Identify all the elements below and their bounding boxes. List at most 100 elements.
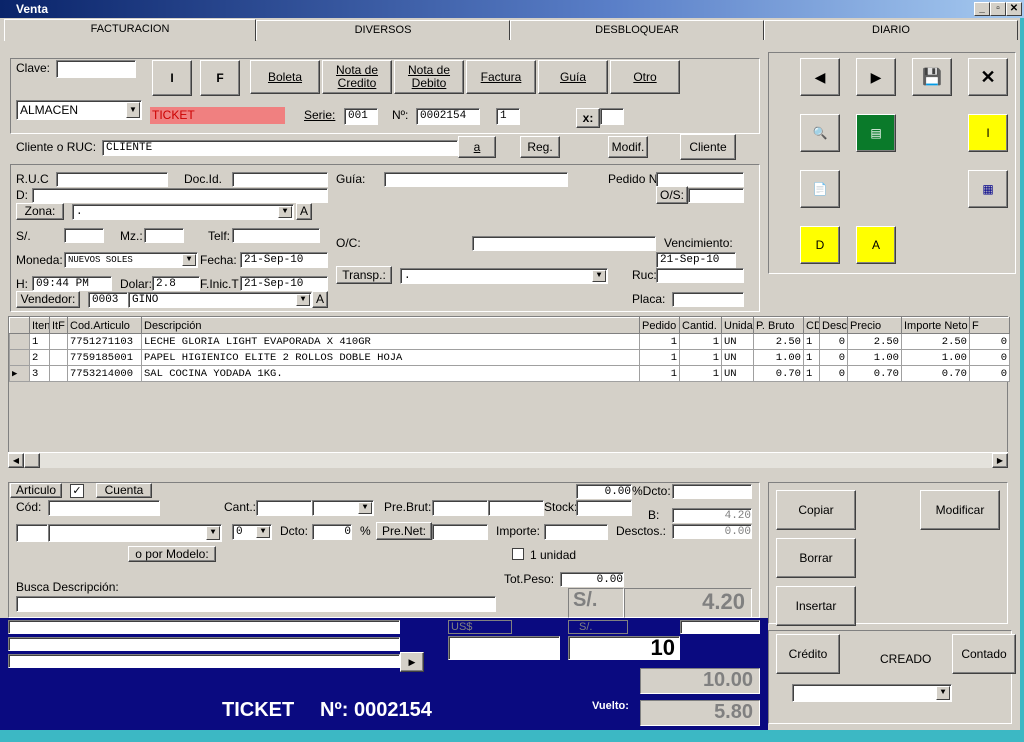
b-input[interactable]: 4.20: [672, 508, 752, 523]
a-yellow-button[interactable]: A: [856, 226, 896, 264]
finic-input[interactable]: 21-Sep-10: [240, 276, 328, 291]
table-cell[interactable]: 0: [969, 365, 1010, 382]
table-row[interactable]: 2 7759185001 PAPEL HIGIENICO ELITE 2 ROLLO…: [9, 349, 1010, 366]
guia-input[interactable]: [384, 172, 568, 187]
table-cell[interactable]: UN: [721, 349, 754, 366]
cant-input[interactable]: [256, 500, 312, 516]
dcto-input[interactable]: 0: [312, 524, 352, 540]
table-cell[interactable]: 0: [969, 349, 1010, 366]
stock-input[interactable]: [576, 500, 632, 516]
table-cell[interactable]: [49, 333, 68, 350]
close-icon[interactable]: ✕: [968, 58, 1008, 96]
table-cell[interactable]: 1: [803, 349, 820, 366]
doctype-nota-debito-button[interactable]: Nota de Debito: [394, 60, 464, 94]
grid-header-cell[interactable]: Cod.Articulo: [67, 317, 142, 334]
articulo-button[interactable]: Articulo: [10, 483, 62, 498]
totpeso-input[interactable]: 0.00: [560, 572, 624, 587]
zona-button[interactable]: Zona:: [16, 203, 64, 220]
table-cell[interactable]: 1: [639, 365, 680, 382]
cod-input[interactable]: [48, 500, 160, 516]
doctype-factura-button[interactable]: Factura: [466, 60, 536, 94]
preview-icon[interactable]: 🔍: [800, 114, 840, 152]
maximize-button[interactable]: ▫: [990, 2, 1006, 16]
table-cell[interactable]: PAPEL HIGIENICO ELITE 2 ROLLOS DOBLE HOJ…: [141, 349, 640, 366]
nro-input[interactable]: 0002154: [416, 108, 480, 125]
table-cell[interactable]: 2.50: [847, 333, 902, 350]
grid-header-cell[interactable]: ItF: [49, 317, 68, 334]
transp-button[interactable]: Transp.:: [336, 266, 392, 284]
prebrut-input[interactable]: [432, 500, 488, 516]
grid-header-cell[interactable]: Precio: [847, 317, 902, 334]
mz-input[interactable]: [144, 228, 184, 243]
vendedor-code-input[interactable]: 0003: [88, 292, 128, 308]
payment-select[interactable]: ▼: [792, 684, 952, 702]
placa-input[interactable]: [672, 292, 744, 307]
vendedor-select[interactable]: GINO ▼: [128, 292, 312, 308]
zona-a-button[interactable]: A: [296, 203, 312, 220]
misc-total-input[interactable]: 0.00: [576, 484, 632, 499]
docid-input[interactable]: [232, 172, 328, 187]
usd-input[interactable]: [448, 636, 560, 660]
table-cell[interactable]: 0: [819, 349, 848, 366]
table-row[interactable]: 1 7751271103 LECHE GLORIA LIGHT EVAPORADA …: [9, 333, 1010, 350]
copies-input[interactable]: 1: [496, 108, 520, 125]
grid-header-cell[interactable]: Iten: [29, 317, 50, 334]
soles-input[interactable]: [64, 228, 104, 243]
footer-input-3[interactable]: [8, 654, 400, 668]
almacen-select[interactable]: ALMACEN ▼: [16, 100, 142, 120]
table-cell[interactable]: 1: [679, 349, 722, 366]
table-row[interactable]: ▶ 3 7753214000 SAL COCINA YODADA 1KG. 1 1 UN 0.…: [9, 365, 1010, 382]
grid-header-cell[interactable]: Importe Neto: [901, 317, 970, 334]
table-cell[interactable]: 1: [803, 333, 820, 350]
grid-header-cell[interactable]: P. Bruto: [753, 317, 804, 334]
save-icon[interactable]: 💾: [912, 58, 952, 96]
table-cell[interactable]: 1.00: [753, 349, 804, 366]
tab-desbloquear[interactable]: DESBLOQUEAR: [510, 20, 764, 40]
paid-input[interactable]: 10: [568, 636, 680, 660]
clave-input[interactable]: [56, 60, 136, 78]
table-cell[interactable]: 1: [29, 333, 50, 350]
calculator-icon[interactable]: ▦: [968, 170, 1008, 208]
doctype-nota-credito-button[interactable]: Nota de Credito: [322, 60, 392, 94]
reg-button[interactable]: Reg.: [520, 136, 560, 158]
x-input[interactable]: [600, 108, 624, 125]
table-cell[interactable]: 2: [29, 349, 50, 366]
print-icon[interactable]: ▤: [856, 114, 896, 152]
close-window-button[interactable]: ✕: [1006, 2, 1022, 16]
cuenta-button[interactable]: Cuenta: [96, 483, 152, 498]
unit-select[interactable]: ▼: [312, 500, 374, 516]
table-cell[interactable]: 0.70: [901, 365, 970, 382]
scroll-thumb[interactable]: [24, 453, 40, 468]
footer-input-2[interactable]: [8, 637, 400, 651]
grid-header-cell[interactable]: Descripción: [141, 317, 640, 334]
os-button[interactable]: O/S:: [656, 186, 688, 204]
desctos-input[interactable]: 0.00: [672, 524, 752, 539]
table-cell[interactable]: 3: [29, 365, 50, 382]
table-cell[interactable]: 0: [819, 365, 848, 382]
table-cell[interactable]: 1.00: [901, 349, 970, 366]
table-cell[interactable]: 7751271103: [67, 333, 142, 350]
table-cell[interactable]: 1: [803, 365, 820, 382]
table-cell[interactable]: [49, 349, 68, 366]
hora-input[interactable]: 09:44 PM: [32, 276, 112, 291]
prev-icon[interactable]: ◀: [800, 58, 840, 96]
document-icon[interactable]: 📄: [800, 170, 840, 208]
cliente-input[interactable]: CLIENTE: [102, 140, 458, 156]
ruc2-input[interactable]: [656, 268, 744, 283]
table-cell[interactable]: 0.70: [753, 365, 804, 382]
f-button[interactable]: F: [200, 60, 240, 96]
serie-input[interactable]: 001: [344, 108, 378, 125]
table-cell[interactable]: 0: [819, 333, 848, 350]
grid-header-cell[interactable]: Cantid.: [679, 317, 722, 334]
grid-header-cell[interactable]: Pedido: [639, 317, 680, 334]
dcto-type-select[interactable]: 0 ▼: [232, 524, 272, 540]
vendedor-a-button[interactable]: A: [312, 291, 328, 308]
zona-select[interactable]: . ▼: [72, 204, 294, 220]
table-cell[interactable]: [49, 365, 68, 382]
table-cell[interactable]: 1: [639, 333, 680, 350]
articulo-checkbox[interactable]: ✓: [70, 484, 84, 498]
i-yellow-button[interactable]: I: [968, 114, 1008, 152]
direccion-input[interactable]: [32, 188, 328, 203]
grid-header-cell[interactable]: F: [969, 317, 1010, 334]
moneda-select[interactable]: NUEVOS SOLES ▼: [64, 252, 198, 268]
